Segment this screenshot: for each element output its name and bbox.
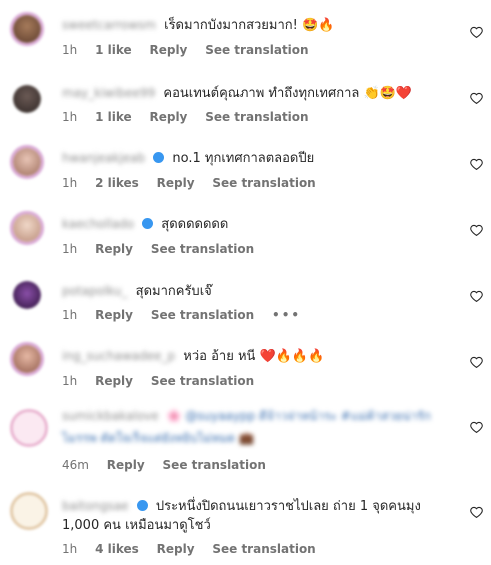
username[interactable]: baitongsae [62,496,129,516]
username[interactable]: ing_suchawadee_p [62,346,175,366]
comment-body: 🌸 @suyaaypp ดีจ้าวจ่าหน้าระ #แม่ค้าสวยน่… [166,409,431,423]
see-translation-link[interactable]: See translation [212,176,315,190]
comment-body: คอนเทนต์คุณภาพ ทำถึงทุกเทศกาล 👏🤩❤️ [163,86,413,101]
timestamp: 1h [62,110,78,124]
username[interactable]: sweetcarrowsm [62,15,156,35]
heart-icon[interactable] [470,421,483,434]
verified-badge-icon [136,500,148,511]
comment-body-continued: ไมรรพ ตัดใจเร็จแต่ยังหยิบไม่หมด 💼 [62,431,254,445]
avatar[interactable] [10,12,44,46]
comment-meta: 1h 2 likes Reply See translation [62,176,330,190]
comment-body: no.1 ทุกเทศกาลตลอดปีย [172,151,315,166]
timestamp: 1h [62,542,78,556]
like-count[interactable]: 1 like [95,43,132,57]
username[interactable]: may_kiwibee99 [62,83,155,103]
timestamp: 1h [62,176,78,190]
verified-badge-icon [142,218,154,229]
see-translation-link[interactable]: See translation [151,374,254,388]
comment-meta: 1h Reply See translation ••• [62,308,315,322]
heart-icon[interactable] [470,290,483,303]
verified-badge-icon [153,152,165,163]
username[interactable]: hwanjeakjeab [62,148,145,168]
reply-button[interactable]: Reply [149,43,187,57]
reply-button[interactable]: Reply [149,110,187,124]
heart-icon[interactable] [470,158,483,171]
heart-icon[interactable] [470,92,483,105]
comment-body: หว่อ อ้าย หนี ❤️🔥🔥🔥 [183,349,325,364]
timestamp: 46m [62,458,89,472]
like-count[interactable]: 4 likes [95,542,139,556]
comment-text-line: potapolku_ สุดมากครับเจ๊ [62,281,212,302]
comment-body-continued: 1,000 คน เหมือนมาดูโชว์ [62,518,211,533]
reply-button[interactable]: Reply [107,458,145,472]
comment-body: เร็ดมากบังมากสวยมาก! 🤩🔥 [164,18,335,33]
timestamp: 1h [62,308,78,322]
reply-button[interactable]: Reply [157,176,195,190]
heart-icon[interactable] [470,224,483,237]
comment-text-line: hwanjeakjeab no.1 ทุกเทศกาลตลอดปีย [62,148,314,169]
comment-body: สุดดดดดดด [161,217,229,232]
avatar[interactable] [10,82,44,116]
heart-icon[interactable] [470,506,483,519]
timestamp: 1h [62,43,78,57]
more-options-icon[interactable]: ••• [272,308,301,322]
see-translation-link[interactable]: See translation [205,43,308,57]
avatar[interactable] [10,492,48,530]
comment-meta: 1h 1 like Reply See translation [62,110,323,124]
like-count[interactable]: 1 like [95,110,132,124]
comment-text-line: ing_suchawadee_p หว่อ อ้าย หนี ❤️🔥🔥🔥 [62,346,324,367]
avatar[interactable] [10,211,44,245]
see-translation-link[interactable]: See translation [163,458,266,472]
comment-text-line-2: ไมรรพ ตัดใจเร็จแต่ยังหยิบไม่หมด 💼 [62,428,254,448]
see-translation-link[interactable]: See translation [151,242,254,256]
reply-button[interactable]: Reply [95,308,133,322]
comment-text-line: kaechollado สุดดดดดดด [62,214,228,235]
like-count[interactable]: 2 likes [95,176,139,190]
comment-text-line-2: 1,000 คน เหมือนมาดูโชว์ [62,516,211,536]
see-translation-link[interactable]: See translation [151,308,254,322]
timestamp: 1h [62,242,78,256]
comment-meta: 1h Reply See translation [62,374,268,388]
avatar[interactable] [10,409,48,447]
reply-button[interactable]: Reply [95,242,133,256]
timestamp: 1h [62,374,78,388]
heart-icon[interactable] [470,356,483,369]
see-translation-link[interactable]: See translation [212,542,315,556]
username[interactable]: sumickbakalove [62,406,159,426]
avatar[interactable] [10,342,44,376]
username[interactable]: kaechollado [62,214,134,234]
heart-icon[interactable] [470,26,483,39]
comment-text-line: sumickbakalove 🌸 @suyaaypp ดีจ้าวจ่าหน้า… [62,406,431,426]
avatar[interactable] [10,145,44,179]
comment-meta: 46m Reply See translation [62,458,280,472]
comment-body: ประหนึ่งปิดถนนเยาวราชไปเลย ถ่าย 1 จุดคนม… [155,499,421,514]
avatar[interactable] [10,278,44,312]
comment-text-line: baitongsae ประหนึ่งปิดถนนเยาวราชไปเลย ถ่… [62,496,421,517]
comment-text-line: sweetcarrowsm เร็ดมากบังมากสวยมาก! 🤩🔥 [62,15,334,36]
reply-button[interactable]: Reply [157,542,195,556]
comment-meta: 1h 4 likes Reply See translation [62,542,330,556]
reply-button[interactable]: Reply [95,374,133,388]
see-translation-link[interactable]: See translation [205,110,308,124]
comment-body: สุดมากครับเจ๊ [135,284,212,299]
comment-meta: 1h Reply See translation [62,242,268,256]
username[interactable]: potapolku_ [62,281,128,301]
comment-text-line: may_kiwibee99 คอนเทนต์คุณภาพ ทำถึงทุกเทศ… [62,83,412,104]
comment-meta: 1h 1 like Reply See translation [62,43,323,57]
